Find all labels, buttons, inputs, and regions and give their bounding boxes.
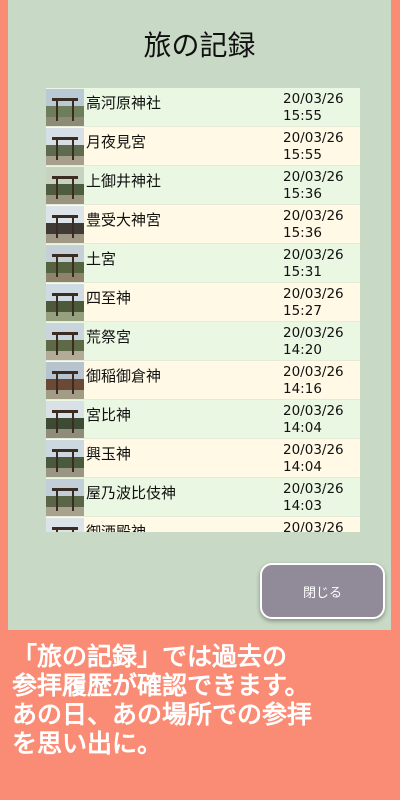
record-row[interactable]: 上御井神社 20/03/26 15:36 bbox=[46, 166, 360, 205]
visit-date: 20/03/26 bbox=[283, 325, 344, 341]
close-button[interactable]: 閉じる bbox=[260, 563, 385, 619]
shrine-name: 宮比神 bbox=[86, 406, 132, 424]
record-row[interactable]: 四至神 20/03/26 15:27 bbox=[46, 283, 360, 322]
shrine-name: 荒祭宮 bbox=[86, 328, 132, 346]
shrine-photo-thumbnail bbox=[46, 362, 84, 399]
visit-time: 14:03 bbox=[283, 498, 322, 514]
shrine-name: 御稲御倉神 bbox=[86, 367, 162, 385]
promo-caption: 「旅の記録」では過去の 参拝履歴が確認できます。 あの日、あの場所での参拝 を思… bbox=[12, 642, 313, 758]
visit-time: 15:55 bbox=[283, 147, 322, 163]
visit-time: 15:31 bbox=[283, 264, 322, 280]
visit-time: 14:16 bbox=[283, 381, 322, 397]
shrine-name: 月夜見宮 bbox=[86, 133, 147, 151]
visit-time: 14:20 bbox=[283, 342, 322, 358]
shrine-photo-thumbnail bbox=[46, 323, 84, 360]
visit-date: 20/03/26 bbox=[283, 520, 344, 532]
shrine-photo-thumbnail bbox=[46, 440, 84, 477]
shrine-name: 高河原神社 bbox=[86, 94, 162, 112]
visit-time: 15:55 bbox=[283, 108, 322, 124]
visit-time: 15:36 bbox=[283, 225, 322, 241]
record-row[interactable]: 御稲御倉神 20/03/26 14:16 bbox=[46, 361, 360, 400]
visit-date: 20/03/26 bbox=[283, 481, 344, 497]
visit-time: 14:04 bbox=[283, 420, 322, 436]
visit-date: 20/03/26 bbox=[283, 442, 344, 458]
visit-date: 20/03/26 bbox=[283, 208, 344, 224]
shrine-photo-thumbnail bbox=[46, 284, 84, 321]
record-list[interactable]: 高河原神社 20/03/26 15:55 月夜見宮 20/03/26 15:55 上御井神社… bbox=[46, 88, 360, 532]
record-row[interactable]: 荒祭宮 20/03/26 14:20 bbox=[46, 322, 360, 361]
shrine-photo-thumbnail bbox=[46, 518, 84, 532]
visit-date: 20/03/26 bbox=[283, 91, 344, 107]
visit-date: 20/03/26 bbox=[283, 286, 344, 302]
shrine-name: 四至神 bbox=[86, 289, 132, 307]
visit-date: 20/03/26 bbox=[283, 169, 344, 185]
record-row[interactable]: 豊受大神宮 20/03/26 15:36 bbox=[46, 205, 360, 244]
dialog-title: 旅の記録 bbox=[143, 29, 256, 62]
shrine-photo-thumbnail bbox=[46, 128, 84, 165]
visit-date: 20/03/26 bbox=[283, 364, 344, 380]
shrine-photo-thumbnail bbox=[46, 245, 84, 282]
shrine-name: 御酒殿神 bbox=[86, 523, 147, 532]
shrine-name: 豊受大神宮 bbox=[86, 211, 162, 229]
shrine-photo-thumbnail bbox=[46, 401, 84, 438]
shrine-name: 興玉神 bbox=[86, 445, 132, 463]
record-row[interactable]: 高河原神社 20/03/26 15:55 bbox=[46, 88, 360, 127]
visit-time: 14:04 bbox=[283, 459, 322, 475]
record-row[interactable]: 月夜見宮 20/03/26 15:55 bbox=[46, 127, 360, 166]
shrine-photo-thumbnail bbox=[46, 167, 84, 204]
visit-time: 15:36 bbox=[283, 186, 322, 202]
shrine-name: 上御井神社 bbox=[86, 172, 162, 190]
history-dialog: 旅の記録 高河原神社 20/03/26 15:55 月夜見宮 20/03/26 15:55… bbox=[8, 0, 391, 630]
visit-time: 15:27 bbox=[283, 303, 322, 319]
record-row[interactable]: 屋乃波比伎神 20/03/26 14:03 bbox=[46, 478, 360, 517]
visit-date: 20/03/26 bbox=[283, 247, 344, 263]
record-row[interactable]: 宮比神 20/03/26 14:04 bbox=[46, 400, 360, 439]
record-row[interactable]: 興玉神 20/03/26 14:04 bbox=[46, 439, 360, 478]
shrine-photo-thumbnail bbox=[46, 479, 84, 516]
shrine-photo-thumbnail bbox=[46, 89, 84, 126]
record-row[interactable]: 御酒殿神 20/03/26 bbox=[46, 517, 360, 532]
record-row[interactable]: 土宮 20/03/26 15:31 bbox=[46, 244, 360, 283]
shrine-name: 土宮 bbox=[86, 250, 117, 268]
shrine-name: 屋乃波比伎神 bbox=[86, 484, 177, 502]
visit-date: 20/03/26 bbox=[283, 403, 344, 419]
visit-date: 20/03/26 bbox=[283, 130, 344, 146]
shrine-photo-thumbnail bbox=[46, 206, 84, 243]
